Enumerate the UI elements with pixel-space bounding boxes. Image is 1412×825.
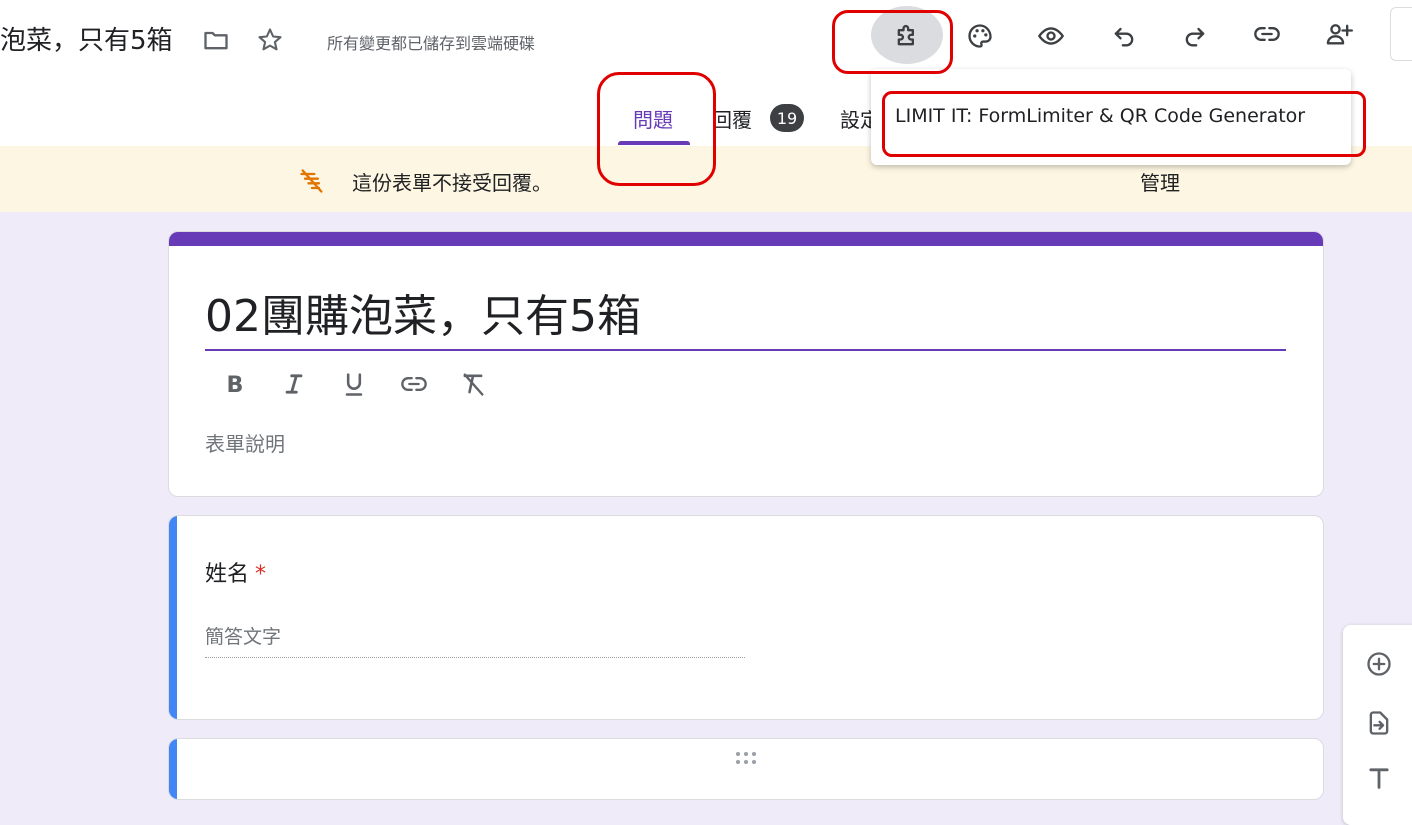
form-description-field[interactable]: 表單說明 [205,428,285,457]
tab-responses[interactable]: 回覆 [712,104,752,133]
italic-icon[interactable] [278,370,310,398]
question-title[interactable]: 姓名 * [205,556,266,588]
send-button[interactable] [1390,7,1412,61]
banner-message: 這份表單不接受回覆。 [352,171,552,195]
add-title-icon[interactable] [1363,762,1395,794]
svg-text:B: B [227,372,244,398]
responses-off-icon [295,165,329,197]
manage-link[interactable]: 管理 [1140,167,1180,196]
annotation-box-questions-tab [597,72,716,186]
next-question-card[interactable] [168,738,1324,800]
form-header-card [168,231,1324,497]
question-card[interactable] [168,515,1324,720]
header-accent-bar [169,232,1323,246]
star-icon[interactable] [254,24,286,56]
undo-icon[interactable] [1106,18,1142,54]
clear-format-icon[interactable] [457,370,489,398]
folder-icon[interactable] [200,24,232,56]
add-person-icon[interactable] [1320,16,1358,52]
document-title[interactable]: 泡菜，只有5箱 [0,20,173,57]
question-title-text: 姓名 [205,562,250,587]
palette-icon[interactable] [962,18,998,54]
save-status: 所有變更都已儲存到雲端硬碟 [327,34,536,53]
short-answer-line [205,657,745,658]
question-active-bar [169,516,177,719]
drag-handle-icon[interactable] [735,750,757,769]
title-underline [205,349,1286,351]
required-asterisk: * [255,562,267,587]
annotation-box-addons-button [832,10,953,74]
form-title-input[interactable]: 02團購泡菜，只有5箱 [205,280,641,344]
add-question-icon[interactable] [1361,646,1397,682]
short-answer-placeholder: 簡答文字 [205,626,282,648]
underline-icon[interactable] [338,370,370,398]
responses-count-badge: 19 [770,104,804,132]
link-icon[interactable] [1248,16,1286,52]
annotation-box-addon-item [882,91,1366,157]
eye-icon[interactable] [1033,18,1069,54]
import-questions-icon[interactable] [1361,705,1397,741]
next-question-active-bar [169,739,177,799]
redo-icon[interactable] [1177,18,1213,54]
bold-icon[interactable]: B [219,370,251,398]
link-icon[interactable] [398,370,430,398]
